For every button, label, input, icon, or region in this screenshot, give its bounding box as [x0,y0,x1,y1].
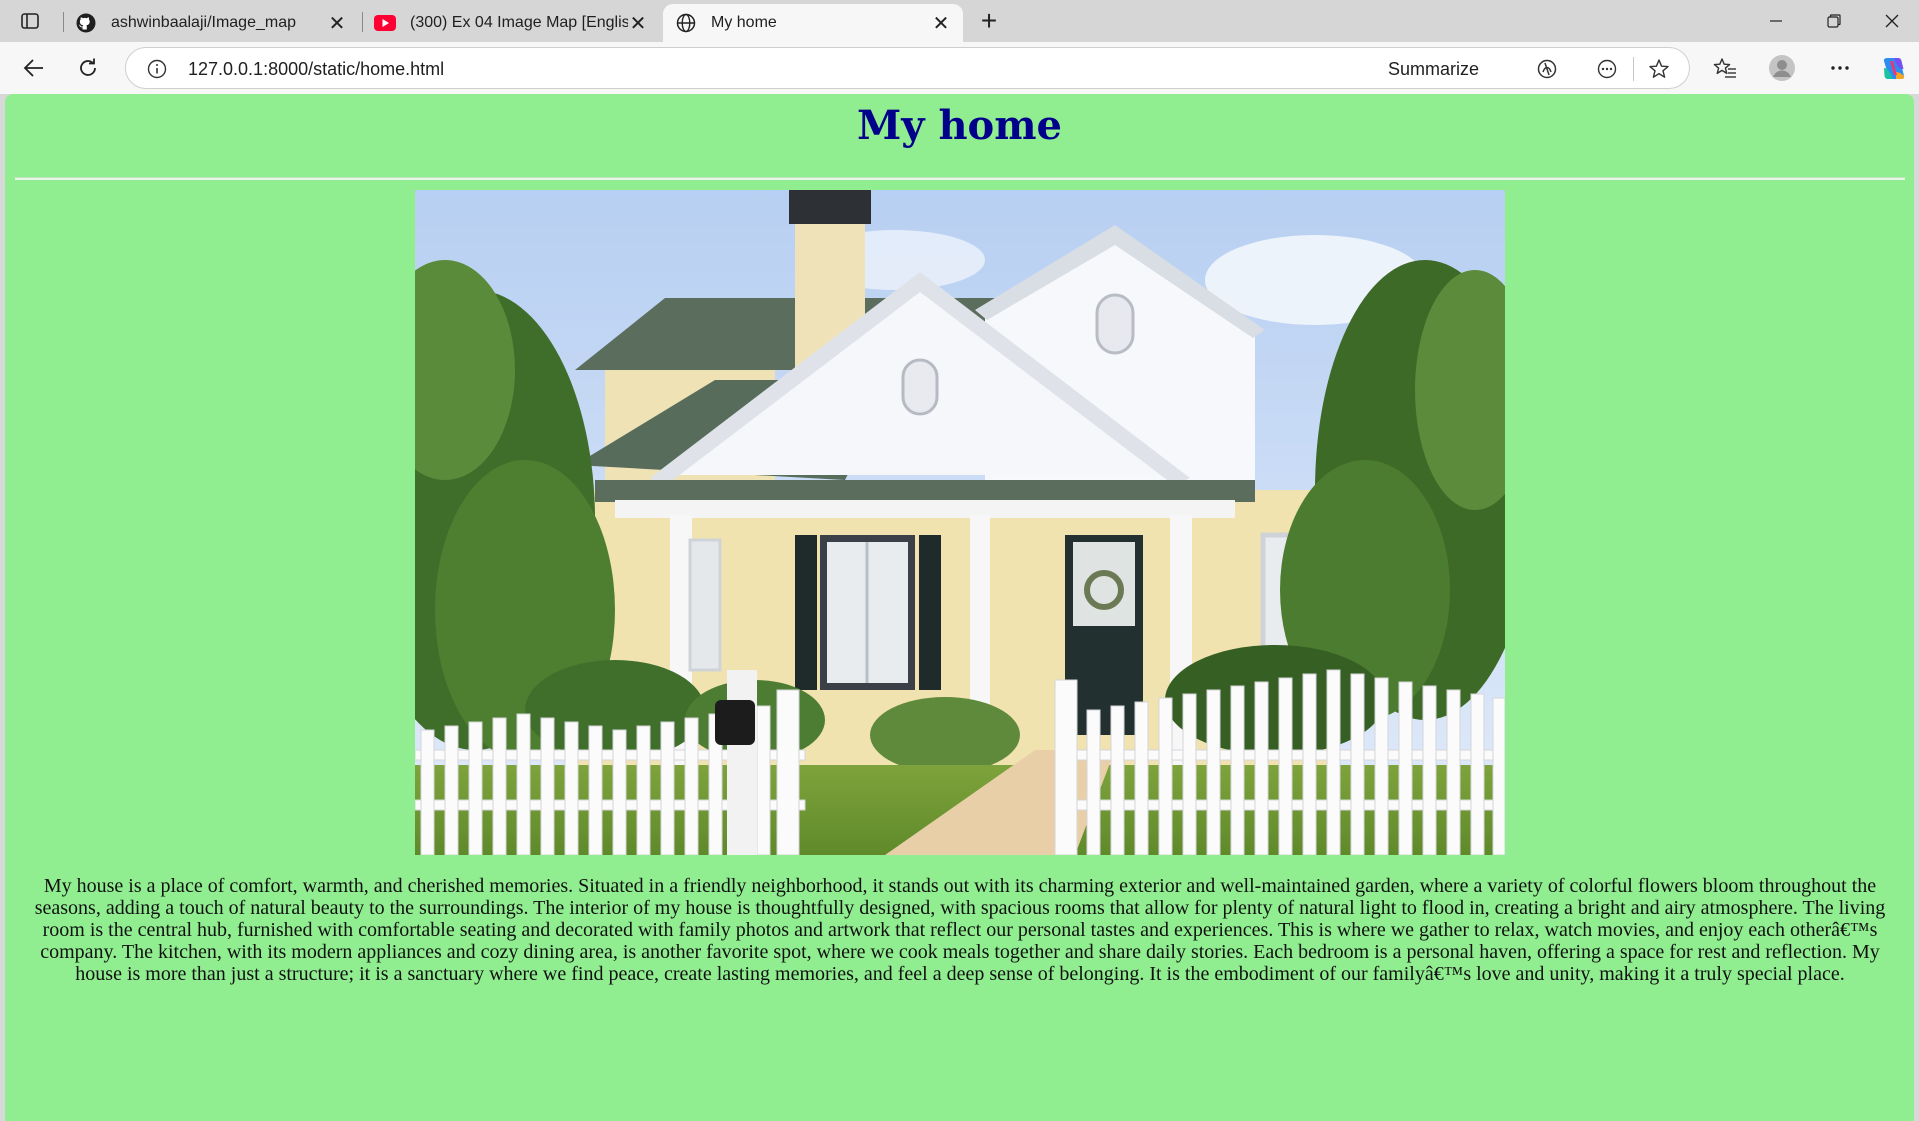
page-viewport: My home My house is a place of comfort, … [5,94,1914,1121]
minimize-icon[interactable] [1747,0,1805,42]
url-text[interactable]: 127.0.0.1:8000/static/home.html [188,59,444,80]
description-paragraph: My house is a place of comfort, warmth, … [34,875,1886,985]
close-icon[interactable]: ✕ [931,13,951,35]
tab-strip: ashwinbaalaji/Image_map ✕ (300) Ex 04 Im… [0,0,1919,42]
page-title: My home [857,102,1062,149]
restore-icon[interactable] [1805,0,1863,42]
globe-icon [675,12,697,34]
close-icon[interactable]: ✕ [327,13,347,35]
tab-title: My home [711,14,777,31]
site-info-icon[interactable] [146,58,168,80]
profile-avatar-icon[interactable] [1767,53,1797,83]
omnibox-divider [1633,57,1634,81]
close-icon[interactable]: ✕ [628,13,648,35]
browser-toolbar: 127.0.0.1:8000/static/home.html Summariz… [0,42,1919,94]
house-image [415,190,1505,855]
tab-my-home[interactable]: My home ✕ [663,4,963,42]
new-tab-button[interactable]: + [972,5,1006,36]
tab-github[interactable]: ashwinbaalaji/Image_map ✕ [63,4,359,42]
back-arrow-icon[interactable] [16,51,52,85]
youtube-icon [374,12,396,34]
close-window-icon[interactable] [1863,0,1919,42]
tab-youtube[interactable]: (300) Ex 04 Image Map [English V ✕ [362,4,660,42]
address-bar[interactable]: 127.0.0.1:8000/static/home.html Summariz… [125,47,1690,89]
reload-icon[interactable] [70,51,106,85]
tab-title: (300) Ex 04 Image Map [English V [410,14,628,31]
github-icon [75,12,97,34]
horizontal-rule [15,177,1905,180]
summarize-button[interactable]: Summarize [1388,59,1479,80]
copilot-summarize-icon[interactable] [1535,57,1559,81]
more-tools-icon[interactable] [1595,57,1619,81]
copilot-icon[interactable] [1879,53,1909,83]
tab-actions-icon[interactable] [12,8,48,34]
star-icon[interactable] [1647,57,1671,81]
tab-title: ashwinbaalaji/Image_map [111,14,296,31]
favorites-icon[interactable] [1710,53,1740,83]
settings-more-icon[interactable] [1825,53,1855,83]
